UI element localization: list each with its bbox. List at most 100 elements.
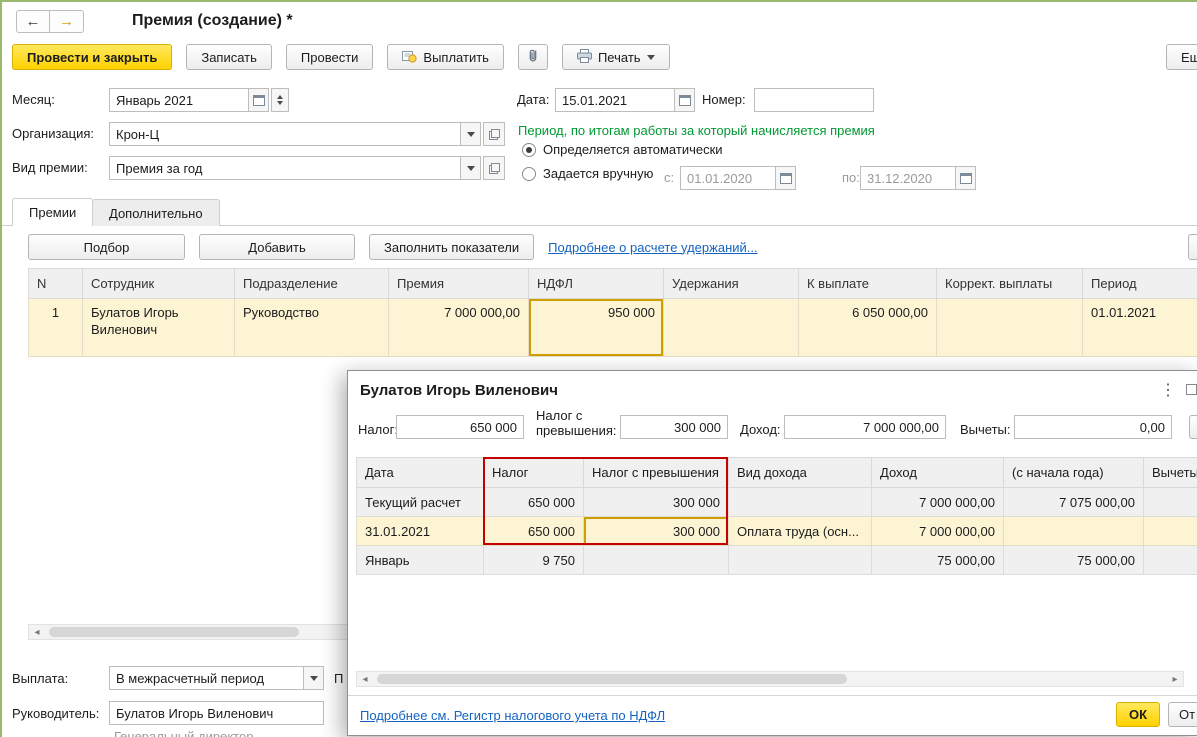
pay-label: Выплатить — [423, 49, 489, 65]
bonus-type-input[interactable]: Премия за год — [109, 156, 461, 180]
post-button[interactable]: Провести — [285, 44, 374, 70]
cell-income[interactable]: 7 000 000,00 — [871, 487, 1004, 517]
back-button[interactable]: ← — [16, 10, 50, 33]
payment-dropdown-button[interactable] — [304, 666, 324, 690]
bonus-type-open-button[interactable] — [483, 156, 505, 180]
cell-excess-focused[interactable]: 300 000 — [583, 516, 729, 546]
cell-tax[interactable]: 650 000 — [483, 516, 584, 546]
radio-period-manual[interactable]: Задается вручную — [522, 166, 653, 181]
to-calendar-button[interactable] — [956, 166, 976, 190]
cell-income[interactable]: 75 000,00 — [871, 545, 1004, 575]
pick-button[interactable]: Подбор — [28, 234, 185, 260]
scroll-right-icon[interactable]: ▸ — [1167, 672, 1183, 686]
cell-to-pay[interactable]: 6 050 000,00 — [798, 298, 937, 357]
modal-header-income-type: Вид дохода — [728, 457, 872, 488]
pay-button[interactable]: Выплатить — [387, 44, 504, 70]
to-label: по: — [842, 170, 860, 185]
cell-bonus[interactable]: 7 000 000,00 — [388, 298, 529, 357]
window-icon[interactable] — [1186, 384, 1197, 395]
tab-bonuses[interactable]: Премии — [12, 198, 94, 226]
tab-additional[interactable]: Дополнительно — [92, 199, 220, 226]
modal-hscroll-thumb[interactable] — [377, 674, 847, 684]
organization-label: Организация: — [12, 126, 95, 141]
attachments-button[interactable] — [517, 44, 548, 70]
organization-dropdown-button[interactable] — [461, 122, 481, 146]
forward-button[interactable]: → — [50, 10, 84, 33]
cell-employee[interactable]: Булатов Игорь Виленович — [82, 298, 235, 357]
cell-department[interactable]: Руководство — [234, 298, 389, 357]
register-details-link[interactable]: Подробнее см. Регистр налогового учета п… — [360, 708, 665, 723]
cell-date[interactable]: 31.01.2021 — [356, 516, 484, 546]
cell-excess[interactable] — [583, 545, 729, 575]
month-input[interactable]: Январь 2021 — [109, 88, 249, 112]
cell-income-type[interactable] — [728, 545, 872, 575]
modal-excess-input[interactable]: 300 000 — [620, 415, 728, 439]
grid-hscroll-thumb[interactable] — [49, 627, 299, 637]
cell-income-type[interactable]: Оплата труда (осн... — [728, 516, 872, 546]
open-link-icon — [488, 128, 500, 140]
command-bar-button-cut[interactable] — [1188, 234, 1197, 260]
cell-period[interactable]: 01.01.2021 — [1082, 298, 1197, 357]
month-calendar-button[interactable] — [249, 88, 269, 112]
date-calendar-button[interactable] — [675, 88, 695, 112]
calendar-icon — [252, 94, 265, 106]
from-calendar-button[interactable] — [776, 166, 796, 190]
cell-deductions[interactable] — [1143, 487, 1197, 517]
cancel-button-cut[interactable]: От — [1168, 702, 1197, 727]
organization-open-button[interactable] — [483, 122, 505, 146]
bonus-type-dropdown-button[interactable] — [461, 156, 481, 180]
cell-ytd[interactable]: 7 075 000,00 — [1003, 487, 1144, 517]
post-and-close-button[interactable]: Провести и закрыть — [12, 44, 173, 70]
grid-header-row: N Сотрудник Подразделение Премия НДФЛ Уд… — [28, 268, 1197, 299]
modal-header-date: Дата — [356, 457, 484, 488]
modal-income-input[interactable]: 7 000 000,00 — [784, 415, 946, 439]
modal-title: Булатов Игорь Виленович — [360, 382, 558, 399]
cell-deductions[interactable] — [663, 298, 799, 357]
cancel-label: От — [1179, 707, 1196, 722]
modal-more-button-cut[interactable] — [1189, 415, 1197, 439]
grid-header-employee: Сотрудник — [82, 268, 235, 299]
chevron-down-icon — [466, 131, 475, 137]
organization-input[interactable]: Крон-Ц — [109, 122, 461, 146]
add-button[interactable]: Добавить — [199, 234, 355, 260]
scroll-left-icon[interactable]: ◂ — [357, 672, 373, 686]
radio-period-auto[interactable]: Определяется автоматически — [522, 142, 723, 157]
table-row: Январь 9 750 75 000,00 75 000,00 — [356, 545, 1197, 575]
cell-excess[interactable]: 300 000 — [583, 487, 729, 517]
cell-deductions[interactable] — [1143, 516, 1197, 546]
modal-tax-input[interactable]: 650 000 — [396, 415, 524, 439]
cell-ndfl-focused[interactable]: 950 000 — [528, 298, 664, 357]
ok-button[interactable]: ОК — [1116, 702, 1160, 727]
number-input[interactable] — [754, 88, 874, 112]
print-button[interactable]: Печать — [561, 44, 670, 70]
cell-date[interactable]: Январь — [356, 545, 484, 575]
modal-hscrollbar[interactable]: ◂ ▸ — [356, 671, 1184, 687]
cell-tax[interactable]: 650 000 — [483, 487, 584, 517]
write-button[interactable]: Записать — [186, 44, 272, 70]
month-spinner[interactable] — [271, 88, 289, 112]
modal-header-income: Доход — [871, 457, 1004, 488]
cell-income-type[interactable] — [728, 487, 872, 517]
from-date-input[interactable]: 01.01.2020 — [680, 166, 776, 190]
cell-tax[interactable]: 9 750 — [483, 545, 584, 575]
payment-label: Выплата: — [12, 671, 69, 686]
date-input[interactable]: 15.01.2021 — [555, 88, 675, 112]
calendar-icon — [779, 172, 792, 184]
cell-deductions[interactable] — [1143, 545, 1197, 575]
cell-ytd[interactable]: 75 000,00 — [1003, 545, 1144, 575]
cell-row-number[interactable]: 1 — [28, 298, 83, 357]
to-date-input[interactable]: 31.12.2020 — [860, 166, 956, 190]
more-menu-icon[interactable]: ⋮ — [1160, 380, 1176, 400]
cell-date[interactable]: Текущий расчет — [356, 487, 484, 517]
modal-deduction-input[interactable]: 0,00 — [1014, 415, 1172, 439]
manager-input[interactable]: Булатов Игорь Виленович — [109, 701, 324, 725]
cell-income[interactable]: 7 000 000,00 — [871, 516, 1004, 546]
number-label: Номер: — [702, 92, 746, 107]
deductions-details-link[interactable]: Подробнее о расчете удержаний... — [548, 240, 758, 255]
cell-ytd[interactable] — [1003, 516, 1144, 546]
cell-adjustment[interactable] — [936, 298, 1083, 357]
more-actions-button-cut[interactable]: Ещ — [1166, 44, 1197, 70]
scroll-left-icon[interactable]: ◂ — [29, 625, 45, 639]
fill-indicators-button[interactable]: Заполнить показатели — [369, 234, 535, 260]
payment-input[interactable]: В межрасчетный период — [109, 666, 304, 690]
